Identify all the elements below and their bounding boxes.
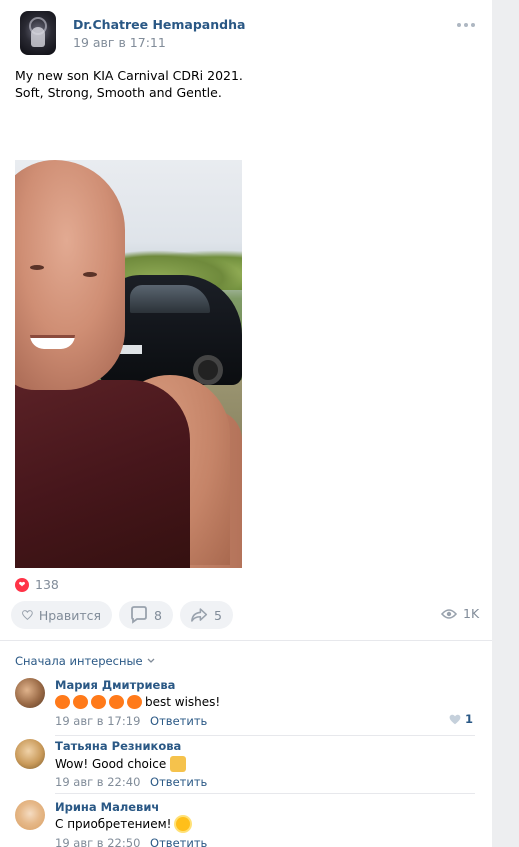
comment-text: С приобретением! bbox=[55, 817, 191, 831]
share-button[interactable]: 5 bbox=[180, 601, 233, 629]
comment-item: Ирина Малевич С приобретением! 19 авг в … bbox=[15, 800, 475, 847]
orange-heart-emoji-icon bbox=[127, 695, 142, 709]
comment-text: Wow! Good choice bbox=[55, 756, 187, 772]
commenter-avatar[interactable] bbox=[15, 678, 45, 708]
chevron-down-icon bbox=[147, 658, 155, 663]
orange-heart-emoji-icon bbox=[91, 695, 106, 709]
commenter-avatar[interactable] bbox=[15, 739, 45, 769]
post-text: My new son KIA Carnival CDRi 2021. Soft,… bbox=[15, 68, 243, 100]
comment-icon bbox=[131, 606, 147, 624]
comment-item: Татьяна Резникова Wow! Good choice 19 ав… bbox=[15, 739, 475, 794]
more-options-icon[interactable] bbox=[456, 18, 476, 32]
orange-heart-emoji-icon bbox=[55, 695, 70, 709]
reply-button[interactable]: Ответить bbox=[150, 714, 207, 728]
reply-button[interactable]: Ответить bbox=[150, 775, 207, 789]
comment-item: Мария Дмитриева best wishes! 19 авг в 17… bbox=[15, 678, 475, 736]
page-background bbox=[492, 0, 519, 847]
views-counter: 1K bbox=[441, 606, 479, 621]
comment-meta: 19 авг в 22:40 Ответить bbox=[55, 775, 207, 789]
comment-like-count: 1 bbox=[464, 712, 473, 726]
comment-text: best wishes! bbox=[55, 695, 220, 709]
commenter-avatar[interactable] bbox=[15, 800, 45, 830]
comment-text-body: С приобретением! bbox=[55, 817, 172, 831]
sort-label: Сначала интересные bbox=[15, 654, 143, 668]
like-button-label: Нравится bbox=[38, 607, 101, 623]
heart-outline-icon bbox=[22, 610, 33, 620]
post-author-name[interactable]: Dr.Chatree Hemapandha bbox=[73, 17, 245, 32]
share-count: 5 bbox=[214, 607, 222, 623]
comment-button[interactable]: 8 bbox=[119, 601, 173, 629]
comment-like-button[interactable]: 1 bbox=[449, 712, 473, 726]
comment-count: 8 bbox=[154, 607, 162, 623]
author-avatar[interactable] bbox=[20, 11, 56, 55]
comment-time[interactable]: 19 авг в 22:50 bbox=[55, 836, 140, 847]
post-timestamp[interactable]: 19 авг в 17:11 bbox=[73, 35, 166, 50]
comments-sort-dropdown[interactable]: Сначала интересные bbox=[15, 654, 155, 668]
comment-separator bbox=[55, 735, 475, 736]
heart-icon bbox=[449, 714, 461, 724]
post-card: Dr.Chatree Hemapandha 19 авг в 17:11 My … bbox=[0, 0, 492, 847]
reply-button[interactable]: Ответить bbox=[150, 836, 207, 847]
eye-icon bbox=[441, 608, 457, 619]
photo-person-head bbox=[15, 160, 125, 390]
comment-separator bbox=[55, 793, 475, 794]
orange-heart-emoji-icon bbox=[109, 695, 124, 709]
divider bbox=[0, 640, 492, 641]
photo-robe bbox=[15, 380, 190, 568]
heart-reaction-icon: ❤ bbox=[15, 577, 29, 592]
commenter-name[interactable]: Ирина Малевич bbox=[55, 800, 159, 814]
comment-time[interactable]: 19 авг в 22:40 bbox=[55, 775, 140, 789]
sun-emoji-icon bbox=[176, 817, 191, 831]
post-photo[interactable] bbox=[15, 160, 242, 568]
avatar-figure bbox=[31, 27, 45, 47]
comment-text-body: Wow! Good choice bbox=[55, 757, 167, 771]
commenter-name[interactable]: Татьяна Резникова bbox=[55, 739, 181, 753]
like-button[interactable]: Нравится bbox=[11, 601, 112, 629]
comment-text-body: best wishes! bbox=[145, 695, 221, 709]
comment-meta: 19 авг в 22:50 Ответить bbox=[55, 836, 207, 847]
comment-time[interactable]: 19 авг в 17:19 bbox=[55, 714, 140, 728]
reactions-summary[interactable]: ❤ 138 bbox=[15, 577, 59, 592]
comment-meta: 19 авг в 17:19 Ответить bbox=[55, 714, 207, 728]
likes-count: 138 bbox=[35, 577, 59, 592]
share-arrow-icon bbox=[191, 608, 208, 622]
commenter-name[interactable]: Мария Дмитриева bbox=[55, 678, 175, 692]
thumbs-up-emoji-icon bbox=[170, 756, 187, 772]
views-count: 1K bbox=[463, 606, 480, 621]
orange-heart-emoji-icon bbox=[73, 695, 88, 709]
